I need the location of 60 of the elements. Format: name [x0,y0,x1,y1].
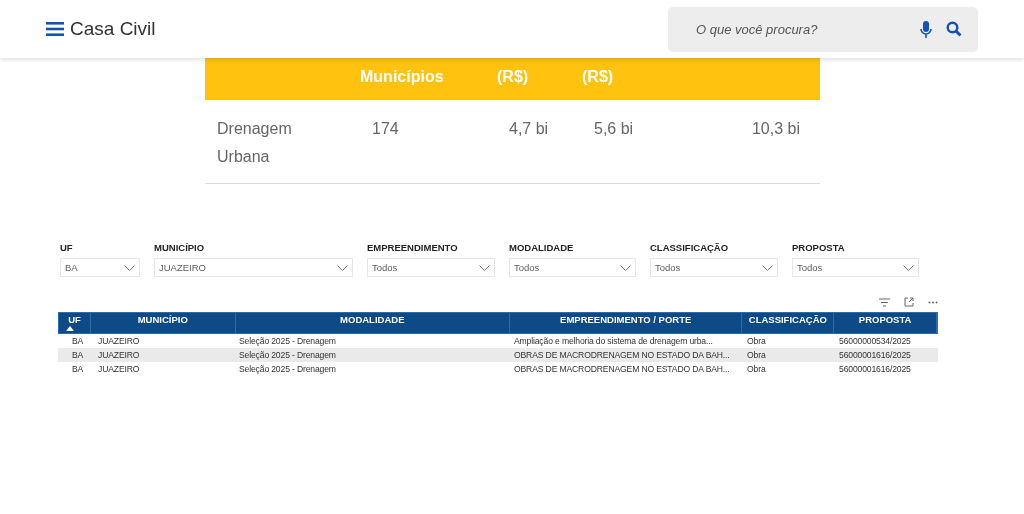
table-cell: Obra [747,350,766,360]
table-cell-text: 4,7 bi [509,119,550,139]
filter-dropdown[interactable]: Todos [650,258,778,277]
microphone-icon[interactable] [920,20,932,38]
table-cell: Obra [747,364,766,374]
table-cell: 56000001616/2025 [839,350,911,360]
column-header[interactable]: MUNICÍPIO [137,314,188,325]
column-header: (R$) [582,67,615,86]
site-title[interactable]: Casa Civil [70,18,156,40]
filter-dropdown[interactable]: Todos [792,258,919,277]
filter-label: MUNICÍPIO [154,242,206,255]
chevron-icon [762,264,773,271]
filter-dropdown[interactable]: BA [60,258,140,277]
table-cell: 56000001616/2025 [839,364,911,374]
sort-ascending-icon[interactable] [66,326,74,331]
filter-dropdown[interactable]: JUAZEIRO [154,258,353,277]
table-cell-text: 5,6 bi [594,119,635,139]
table-cell: JUAZEIRO [98,350,140,360]
chevron-icon [903,264,914,271]
chevron-icon [479,264,490,271]
table-cell-text: 174 [372,119,400,139]
table-cell: OBRAS DE MACRODRENAGEM NO ESTADO DA BAH... [514,364,730,374]
search-icon[interactable] [946,21,962,37]
filter-label: PROPOSTA [792,242,846,255]
filter-icon[interactable] [879,297,890,307]
table-cell: 56000000534/2025 [839,336,911,346]
table-cell-text: 10,3 bi [750,119,801,139]
table-cell: BA [72,336,84,346]
chevron-icon [124,264,135,271]
table-cell: Seleção 2025 - Drenagem [239,350,336,360]
chevron-icon [337,264,348,271]
filter-label: UF [60,242,74,255]
expand-icon[interactable] [904,297,914,307]
search-bar[interactable]: O que você procura? [668,6,978,52]
column-header[interactable]: UF [68,314,81,325]
table-cell: OBRAS DE MACRODRENAGEM NO ESTADO DA BAH... [514,350,730,360]
table-cell: BA [72,350,84,360]
filter-dropdown[interactable]: Todos [509,258,636,277]
column-header[interactable]: CLASSIFICAÇÃO [748,314,827,325]
column-header: Municípios [360,67,445,86]
table-cell: Obra [747,336,766,346]
filter-dropdown[interactable]: Todos [367,258,495,277]
table-cell: Seleção 2025 - Drenagem [239,364,336,374]
table-cell: JUAZEIRO [98,336,140,346]
column-header: (R$) [497,67,530,86]
filter-label: MODALIDADE [509,242,575,255]
search-field[interactable]: O que você procura? [694,20,906,38]
table-cell: Ampliação e melhoria do sistema de drenagem urba... [514,336,713,346]
row-label: Drenagem Urbana [217,119,293,167]
chevron-icon [620,264,631,271]
column-header[interactable]: MODALIDADE [340,314,405,325]
table-cell: JUAZEIRO [98,364,140,374]
filter-label: EMPREENDIMENTO [367,242,459,255]
column-header[interactable]: EMPREENDIMENTO / PORTE [560,314,692,325]
table-cell: Seleção 2025 - Drenagem [239,336,336,346]
table-cell: BA [72,364,84,374]
column-header[interactable]: PROPOSTA [858,314,912,325]
menu-icon[interactable] [46,21,64,37]
more-icon[interactable] [928,300,938,304]
filter-label: CLASSIFICAÇÃO [650,242,730,255]
